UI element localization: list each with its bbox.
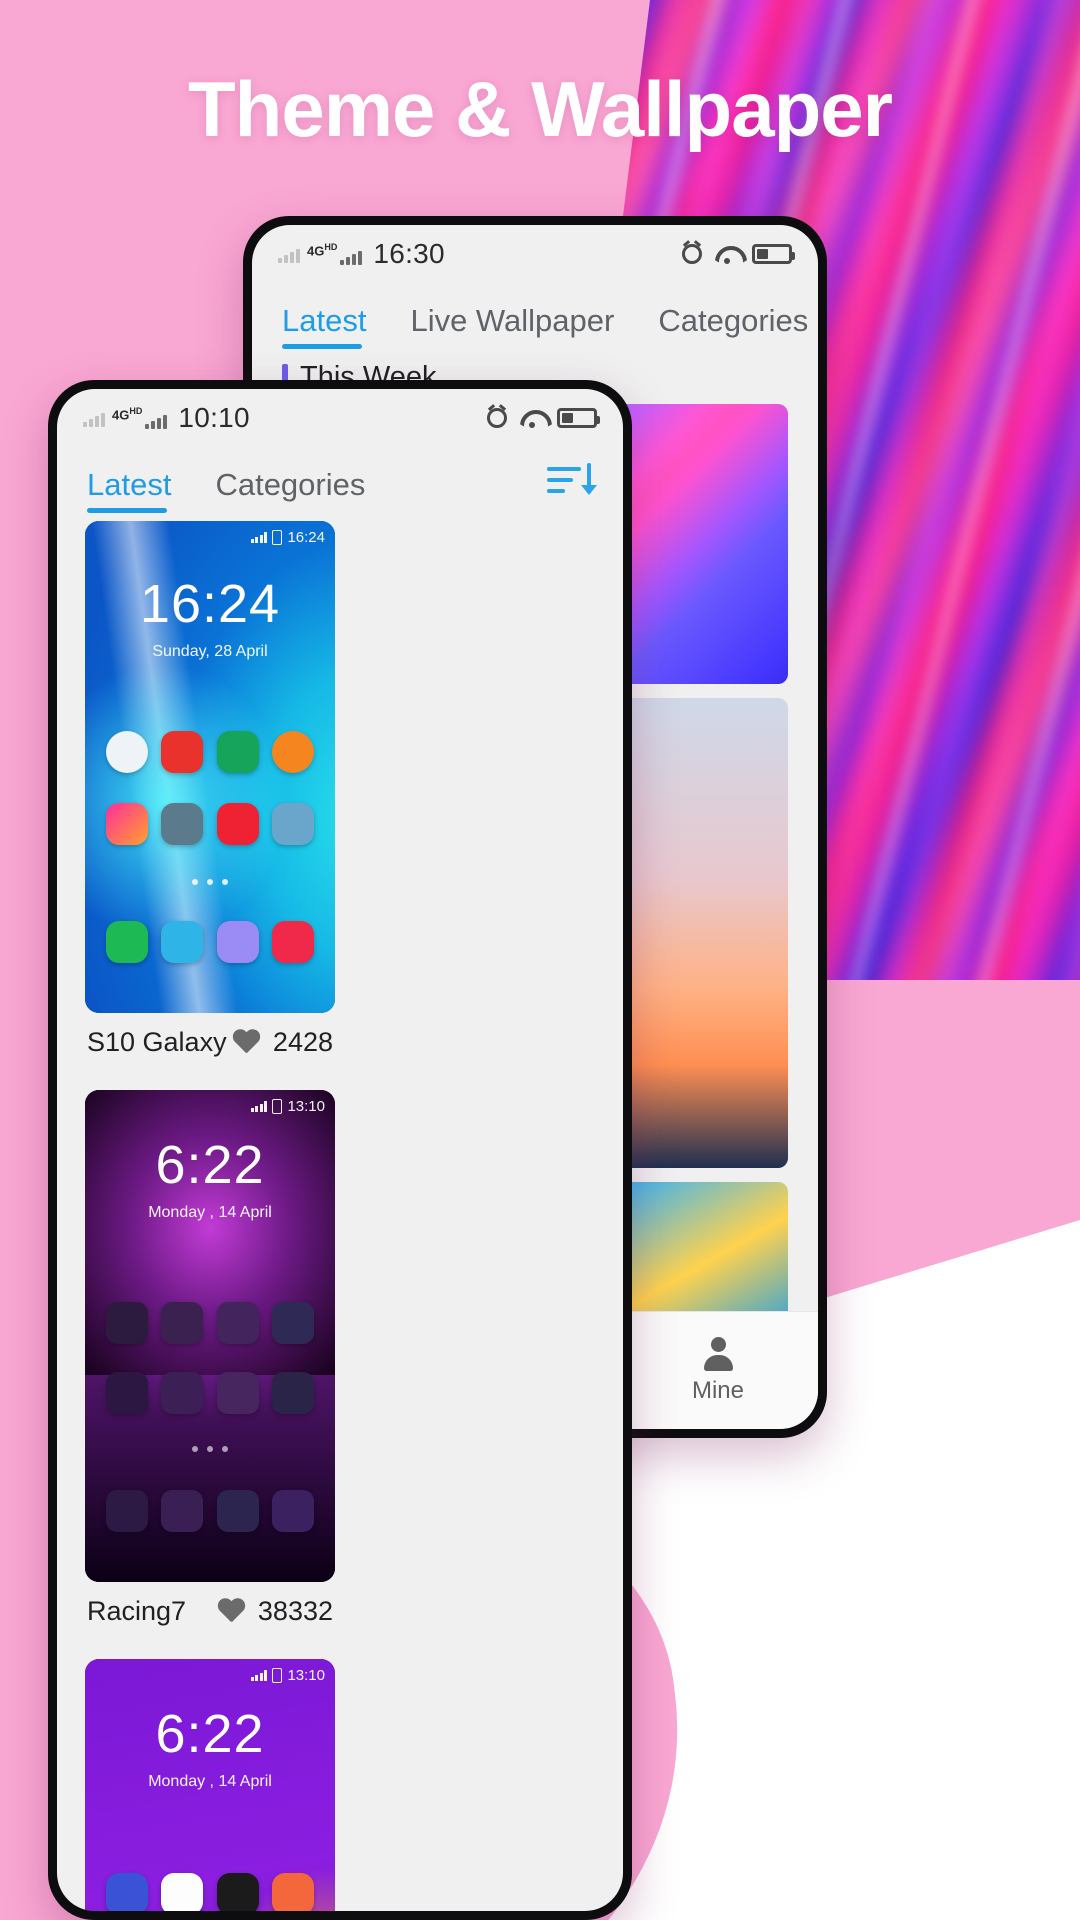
thumb-icon-row-1 — [85, 731, 335, 773]
theme-thumbnail[interactable]: 13:10 6:22 Monday , 14 April — [85, 1659, 335, 1911]
mail-icon — [161, 1873, 204, 1911]
lockscreen-date: Sunday, 28 April — [152, 643, 268, 660]
apps-grid-icon — [216, 1490, 259, 1532]
theme-title: Racing7 — [87, 1596, 187, 1626]
signal-bars-icon — [340, 248, 363, 265]
back-phone-tabbar: Latest Live Wallpaper Categories — [252, 283, 818, 353]
theme-card-racing7[interactable]: 13:10 6:22 Monday , 14 April Racing7 383… — [85, 1090, 335, 1637]
battery-icon — [557, 408, 600, 428]
clock-icon — [105, 731, 148, 773]
wifi-icon — [520, 410, 544, 428]
lockscreen-clock: 6:22 Monday , 14 April — [85, 1703, 335, 1791]
thumb-status-time: 16:24 — [287, 529, 325, 546]
alarm-icon — [487, 408, 507, 428]
lockscreen-time: 16:24 — [139, 574, 281, 634]
lockscreen-time: 6:22 — [155, 1704, 265, 1764]
contacts-icon — [272, 1490, 315, 1532]
calculator-icon — [272, 803, 315, 845]
lockscreen-date: Monday , 14 April — [148, 1204, 272, 1221]
thumb-dock — [85, 1490, 335, 1532]
tab-categories[interactable]: Categories — [658, 297, 808, 353]
calendar-icon — [105, 1302, 148, 1344]
music-icon — [216, 1302, 259, 1344]
email-icon — [161, 731, 204, 773]
messages-icon — [161, 1490, 204, 1532]
theme-meta: Racing7 38332 — [85, 1582, 335, 1637]
paw-icon — [105, 1372, 148, 1414]
page-title: Theme & Wallpaper — [188, 65, 893, 153]
network-type-label: 4GHD — [112, 406, 143, 423]
theme-title: S10 Galaxy — [87, 1027, 227, 1057]
thumb-icon-row-1 — [85, 1873, 335, 1911]
thumb-dock — [85, 921, 335, 963]
theme-thumbnail[interactable]: 13:10 6:22 Monday , 14 April — [85, 1090, 335, 1582]
thumb-status-bar: 13:10 — [250, 1098, 325, 1115]
tab-live-wallpaper[interactable]: Live Wallpaper — [410, 297, 614, 353]
notes-icon — [105, 803, 148, 845]
download-icon — [161, 1302, 204, 1344]
person-icon — [700, 1336, 736, 1373]
heart-icon[interactable] — [232, 1030, 260, 1056]
mail-icon — [161, 1372, 204, 1414]
thumb-status-time: 13:10 — [287, 1098, 325, 1115]
calendar-icon — [272, 1873, 315, 1911]
tab-latest[interactable]: Latest — [282, 297, 366, 353]
signal-bars-icon — [145, 412, 168, 429]
battery-icon — [752, 244, 795, 264]
status-clock: 16:30 — [373, 238, 445, 269]
theme-grid: 16:24 16:24 Sunday, 28 April S10 Galaxy … — [57, 517, 623, 1911]
thumb-icon-row-1 — [85, 1302, 335, 1344]
front-status-bar: 4GHD 10:10 — [57, 389, 623, 447]
thumb-status-bar: 13:10 — [250, 1667, 325, 1684]
phone-icon — [105, 1490, 148, 1532]
thumb-icon-row-2 — [85, 1372, 335, 1414]
signal-bars-dim-icon — [278, 246, 300, 263]
thumb-status-time: 13:10 — [287, 1667, 325, 1684]
like-count: 2428 — [272, 1027, 333, 1057]
front-phone-screen: 4GHD 10:10 Latest Categories 16:24 16:24… — [57, 389, 623, 1911]
thumb-icon-row-2 — [85, 803, 335, 845]
calendar-icon — [216, 731, 259, 773]
lockscreen-time: 6:22 — [155, 1135, 265, 1195]
wifi-icon — [715, 246, 739, 264]
flower-icon — [216, 803, 259, 845]
front-phone-tabbar: Latest Categories — [57, 447, 623, 517]
theme-card-s10-galaxy[interactable]: 16:24 16:24 Sunday, 28 April S10 Galaxy … — [85, 521, 335, 1068]
phone-icon — [105, 921, 148, 963]
lockscreen-clock: 6:22 Monday , 14 April — [85, 1134, 335, 1222]
calculator-icon — [105, 1873, 148, 1911]
theme-meta: S10 Galaxy 2428 — [85, 1013, 335, 1068]
alarm-icon — [682, 244, 702, 264]
messages-icon — [161, 921, 204, 963]
gallery-icon — [216, 1372, 259, 1414]
phone-mockup-front: 4GHD 10:10 Latest Categories 16:24 16:24… — [48, 380, 632, 1920]
signal-bars-dim-icon — [83, 410, 105, 427]
contacts-icon — [272, 731, 315, 773]
page-dots — [85, 1446, 335, 1452]
page-dots — [85, 879, 335, 885]
clock-icon — [272, 1372, 315, 1414]
back-status-bar: 4GHD 16:30 — [252, 225, 818, 283]
sort-descending-icon[interactable] — [547, 461, 597, 501]
tab-latest[interactable]: Latest — [87, 461, 171, 517]
like-count: 38332 — [257, 1596, 333, 1626]
camera-icon — [272, 921, 315, 963]
status-clock: 10:10 — [178, 402, 250, 433]
nav-item-mine-label: Mine — [691, 1376, 744, 1404]
lockscreen-clock: 16:24 Sunday, 28 April — [85, 573, 335, 661]
nav-item-mine[interactable]: Mine — [691, 1336, 744, 1405]
theme-thumbnail[interactable]: 16:24 16:24 Sunday, 28 April — [85, 521, 335, 1013]
apps-icon — [272, 1302, 315, 1344]
browser-icon — [216, 921, 259, 963]
network-type-label: 4GHD — [307, 242, 338, 259]
heart-icon[interactable] — [217, 1599, 245, 1625]
tab-categories[interactable]: Categories — [215, 461, 365, 517]
thumb-status-bar: 16:24 — [250, 529, 325, 546]
lockscreen-date: Monday , 14 April — [148, 1773, 272, 1790]
camera-icon — [216, 1873, 259, 1911]
theme-card-texture[interactable]: 13:10 6:22 Monday , 14 April — [85, 1659, 335, 1911]
settings-icon — [161, 803, 204, 845]
